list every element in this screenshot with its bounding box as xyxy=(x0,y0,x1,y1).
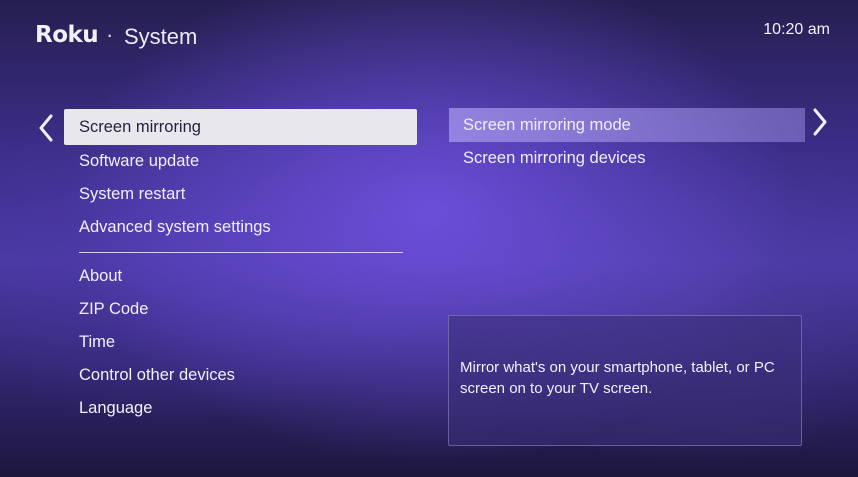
menu-item-advanced-system-settings[interactable]: Advanced system settings xyxy=(64,211,417,244)
system-settings-menu: Screen mirroring Software update System … xyxy=(64,109,417,425)
submenu-item-screen-mirroring-devices[interactable]: Screen mirroring devices xyxy=(449,142,805,175)
menu-item-about[interactable]: About xyxy=(64,260,417,293)
page-title: System xyxy=(124,24,198,49)
menu-item-language[interactable]: Language xyxy=(64,392,417,425)
menu-item-system-restart[interactable]: System restart xyxy=(64,178,417,211)
clock-time: 10:20 am xyxy=(763,21,830,38)
submenu-item-screen-mirroring-mode[interactable]: Screen mirroring mode xyxy=(449,108,805,142)
description-panel: Mirror what's on your smartphone, tablet… xyxy=(448,315,802,446)
menu-divider xyxy=(79,252,403,253)
roku-logo: Roku xyxy=(35,22,99,48)
header-separator-dot: · xyxy=(106,22,114,47)
menu-item-time[interactable]: Time xyxy=(64,326,417,359)
menu-item-screen-mirroring[interactable]: Screen mirroring xyxy=(64,109,417,145)
chevron-right-icon[interactable] xyxy=(810,107,830,137)
header-bar: Roku · System 10:20 am xyxy=(0,0,858,70)
description-text: Mirror what's on your smartphone, tablet… xyxy=(460,359,775,397)
screen-mirroring-submenu: Screen mirroring mode Screen mirroring d… xyxy=(449,108,805,175)
chevron-left-icon[interactable] xyxy=(36,113,56,143)
menu-item-control-other-devices[interactable]: Control other devices xyxy=(64,359,417,392)
menu-item-software-update[interactable]: Software update xyxy=(64,145,417,178)
menu-item-zip-code[interactable]: ZIP Code xyxy=(64,293,417,326)
